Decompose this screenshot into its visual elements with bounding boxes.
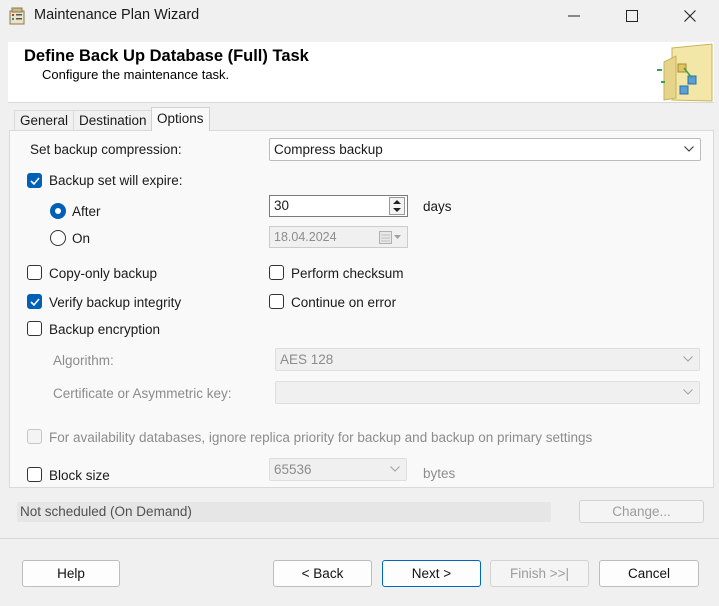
expire-checkbox[interactable] xyxy=(27,173,42,188)
tab-general[interactable]: General xyxy=(14,110,75,130)
help-button[interactable]: Help xyxy=(22,560,120,587)
days-spinner[interactable] xyxy=(389,197,405,215)
after-radio[interactable] xyxy=(50,203,66,219)
check-icon xyxy=(30,298,40,307)
on-date-picker[interactable]: 18.04.2024 xyxy=(269,226,408,248)
after-label[interactable]: After xyxy=(72,204,101,219)
calendar-icon xyxy=(379,231,401,244)
expire-label[interactable]: Backup set will expire: xyxy=(49,173,183,188)
close-icon xyxy=(684,10,696,22)
bytes-label: bytes xyxy=(423,466,456,481)
verify-label[interactable]: Verify backup integrity xyxy=(49,295,181,310)
on-date-value: 18.04.2024 xyxy=(274,230,337,244)
wizard-graphic-icon xyxy=(654,42,714,103)
block-size-value: 65536 xyxy=(274,462,312,477)
on-radio[interactable] xyxy=(50,230,66,246)
spinner-arrows-icon xyxy=(393,200,401,212)
title-bar[interactable]: Maintenance Plan Wizard xyxy=(0,0,719,32)
certificate-label: Certificate or Asymmetric key: xyxy=(53,386,232,401)
window-title: Maintenance Plan Wizard xyxy=(34,7,200,23)
on-label[interactable]: On xyxy=(72,231,90,246)
maximize-icon xyxy=(626,10,638,22)
minimize-icon xyxy=(568,15,580,17)
back-button[interactable]: < Back xyxy=(273,560,372,587)
certificate-select[interactable] xyxy=(275,381,700,404)
schedule-status: Not scheduled (On Demand) xyxy=(17,502,551,522)
change-button[interactable]: Change... xyxy=(579,500,704,523)
continue-on-error-label[interactable]: Continue on error xyxy=(291,295,396,310)
block-size-label[interactable]: Block size xyxy=(49,468,110,483)
verify-checkbox[interactable] xyxy=(27,294,42,309)
algorithm-value: AES 128 xyxy=(280,352,334,367)
tab-general-label: General xyxy=(20,113,69,128)
after-days-value: 30 xyxy=(274,198,290,213)
tab-options-label: Options xyxy=(157,111,204,126)
availability-checkbox[interactable] xyxy=(27,429,42,444)
compression-value: Compress backup xyxy=(274,142,383,157)
compression-label: Set backup compression: xyxy=(30,142,182,157)
compression-select[interactable]: Compress backup xyxy=(269,138,701,161)
encryption-label[interactable]: Backup encryption xyxy=(49,322,160,337)
copy-only-checkbox[interactable] xyxy=(27,265,42,280)
after-days-input[interactable]: 30 xyxy=(269,195,408,217)
app-icon xyxy=(8,7,28,25)
tab-destination[interactable]: Destination xyxy=(73,110,153,130)
page-subtitle: Configure the maintenance task. xyxy=(42,67,230,82)
page-title: Define Back Up Database (Full) Task xyxy=(24,47,309,65)
block-size-select[interactable]: 65536 xyxy=(269,458,407,481)
continue-on-error-checkbox[interactable] xyxy=(269,294,284,309)
next-button[interactable]: Next > xyxy=(382,560,481,587)
tab-destination-label: Destination xyxy=(79,113,147,128)
perform-checksum-checkbox[interactable] xyxy=(269,265,284,280)
check-icon xyxy=(30,177,40,186)
divider xyxy=(0,538,719,539)
block-size-checkbox[interactable] xyxy=(27,467,42,482)
chevron-down-icon xyxy=(683,356,693,362)
finish-button[interactable]: Finish >>| xyxy=(490,560,589,587)
perform-checksum-label[interactable]: Perform checksum xyxy=(291,266,404,281)
chevron-down-icon xyxy=(684,146,694,152)
copy-only-label[interactable]: Copy-only backup xyxy=(49,266,157,281)
days-label: days xyxy=(423,199,452,214)
algorithm-select[interactable]: AES 128 xyxy=(275,348,700,371)
availability-label: For availability databases, ignore repli… xyxy=(49,430,593,445)
maximize-button[interactable] xyxy=(604,0,660,32)
minimize-button[interactable] xyxy=(546,0,602,32)
cancel-button[interactable]: Cancel xyxy=(599,560,699,587)
encryption-checkbox[interactable] xyxy=(27,321,42,336)
header-banner: Define Back Up Database (Full) Task Conf… xyxy=(8,42,714,103)
chevron-down-icon xyxy=(390,466,400,472)
algorithm-label: Algorithm: xyxy=(53,353,114,368)
close-button[interactable] xyxy=(662,0,718,32)
chevron-down-icon xyxy=(683,389,693,395)
tab-options[interactable]: Options xyxy=(151,107,210,131)
